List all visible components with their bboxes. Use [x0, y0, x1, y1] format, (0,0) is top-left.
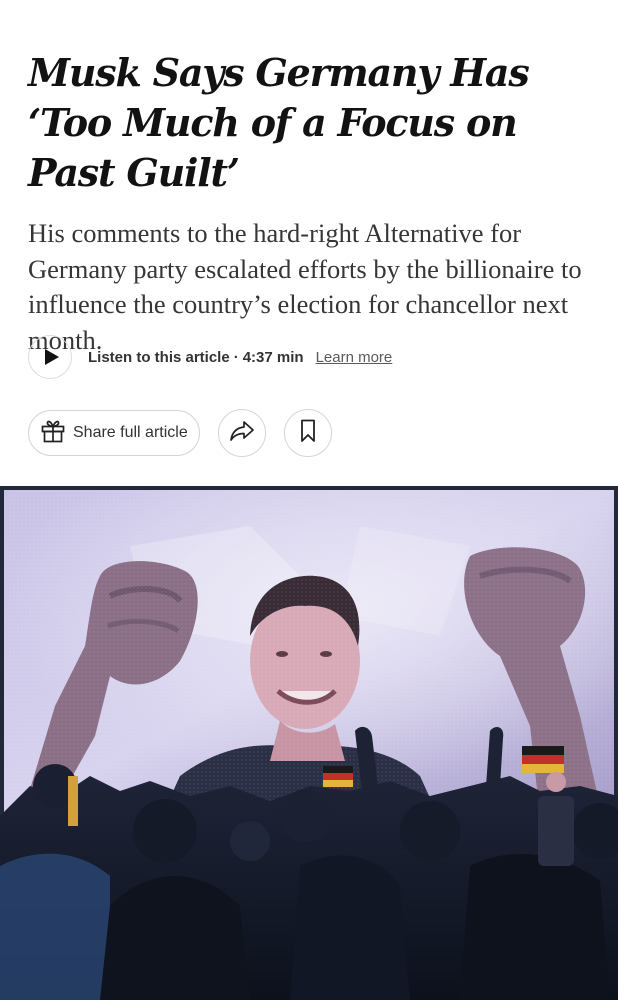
separator: · — [233, 348, 239, 366]
audio-player: Listen to this article · 4:37 min Learn mo… — [28, 334, 392, 380]
share-full-article-button[interactable]: Share full article — [28, 410, 200, 456]
share-arrow-button[interactable] — [217, 409, 266, 457]
bookmark-button[interactable] — [283, 409, 332, 457]
article-actions: Share full article — [28, 409, 332, 457]
listen-label-group: Listen to this article · 4:37 min — [88, 349, 304, 366]
article-header: Musk Says Germany Has ‘Too Much of a Foc… — [28, 48, 598, 358]
share-arrow-icon — [229, 420, 255, 447]
play-icon — [42, 349, 59, 365]
lead-photo — [0, 486, 618, 1000]
article-headline: Musk Says Germany Has ‘Too Much of a Foc… — [28, 50, 530, 195]
lead-photo-image — [0, 486, 618, 1000]
learn-more-link[interactable]: Learn more — [316, 349, 393, 366]
bookmark-icon — [300, 419, 316, 448]
audio-duration: 4:37 min — [242, 348, 304, 366]
listen-label: Listen to this article — [88, 348, 230, 366]
share-label: Share full article — [73, 424, 188, 441]
gift-icon — [39, 417, 67, 450]
play-button[interactable] — [28, 335, 72, 379]
